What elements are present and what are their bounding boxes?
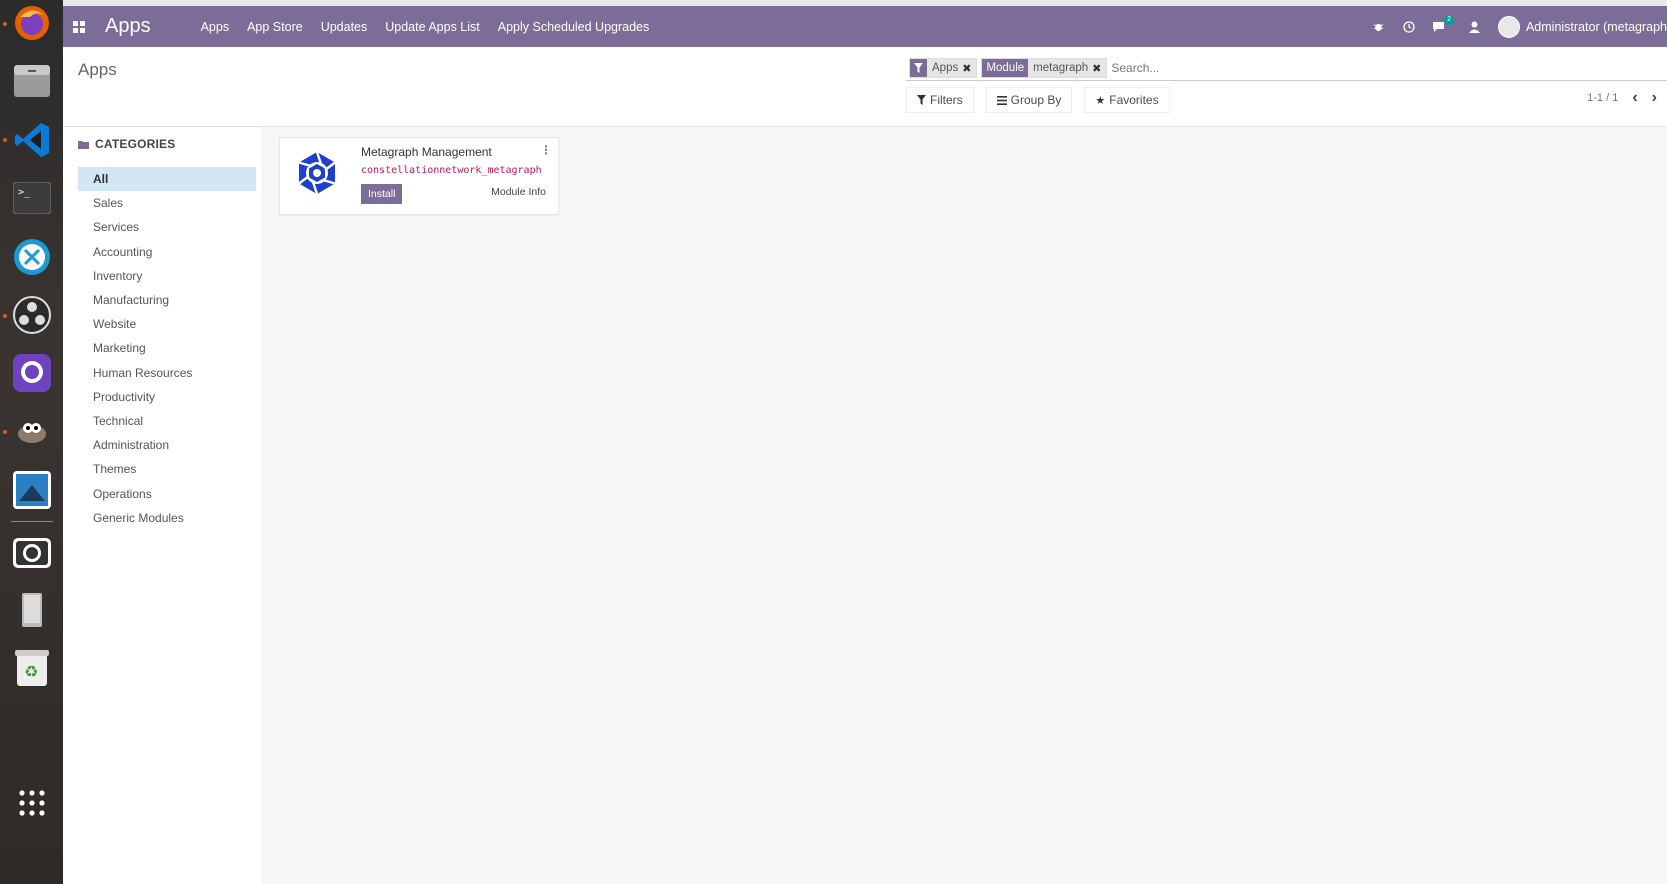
category-technical[interactable]: Technical [78, 409, 256, 433]
filters-button[interactable]: Filters [906, 87, 974, 113]
chat-badge: 2 [1444, 14, 1454, 25]
folder-icon [78, 140, 89, 149]
pager-previous-icon[interactable]: ‹ [1632, 89, 1637, 107]
install-button[interactable]: Install [361, 184, 403, 204]
favorites-label: Favorites [1109, 93, 1159, 107]
category-website[interactable]: Website [78, 312, 256, 336]
firefox-icon[interactable] [9, 0, 55, 46]
gimp-icon[interactable] [9, 408, 55, 454]
category-administration[interactable]: Administration [78, 433, 256, 457]
module-info-link[interactable]: Module Info [491, 186, 546, 198]
obs-icon[interactable] [9, 292, 55, 338]
svg-text:♻: ♻ [24, 662, 38, 681]
pager-next-icon[interactable]: › [1652, 89, 1657, 107]
category-marketing[interactable]: Marketing [78, 336, 256, 360]
bars-icon [996, 95, 1007, 105]
user-account-icon[interactable] [1468, 20, 1482, 34]
categories-heading-label: CATEGORIES [95, 137, 176, 151]
facet-label: Module [982, 59, 1029, 77]
navbar-menu: Apps App Store Updates Update Apps List … [201, 20, 650, 34]
user-name: Administrator (metagraph [1525, 19, 1667, 34]
activity-clock-icon[interactable] [1402, 20, 1416, 34]
breadcrumb: Apps [78, 60, 117, 79]
search-facet-apps[interactable]: Apps ✖ [909, 58, 978, 78]
messaging-chat-icon[interactable]: 2 [1432, 14, 1454, 34]
module-technical-name: constellationnetwork_metagraph [361, 165, 542, 176]
terminal-icon[interactable]: >_ [9, 175, 55, 221]
screenshot-icon[interactable] [9, 528, 55, 574]
category-themes[interactable]: Themes [78, 457, 256, 481]
facet-remove-icon[interactable]: ✖ [1092, 62, 1101, 75]
navbar-brand[interactable]: Apps [105, 15, 151, 38]
category-operations[interactable]: Operations [78, 481, 256, 505]
filter-icon [917, 95, 926, 105]
user-menu[interactable]: Administrator (metagraph [1497, 15, 1667, 38]
pager: 1-1 / 1 ‹ › [1587, 89, 1657, 107]
facet-remove-icon[interactable]: ✖ [962, 62, 971, 75]
dock-running-indicator [3, 22, 7, 26]
category-all[interactable]: All [78, 167, 256, 192]
show-apps-grid-icon[interactable] [9, 780, 55, 826]
filter-facet-icon [910, 59, 927, 77]
debug-bug-icon[interactable] [1372, 20, 1386, 34]
menu-updates[interactable]: Updates [321, 20, 368, 34]
category-services[interactable]: Services [78, 215, 256, 239]
github-desktop-icon[interactable] [9, 350, 55, 396]
category-inventory[interactable]: Inventory [78, 264, 256, 288]
categories-list: All Sales Services Accounting Inventory … [78, 167, 256, 530]
pager-value[interactable]: 1-1 / 1 [1587, 92, 1618, 104]
module-card[interactable]: Metagraph Management constellationnetwor… [279, 137, 559, 215]
ubuntu-dock: >_ ♻ [0, 0, 63, 884]
control-panel: Apps Apps ✖ Module metagraph ✖ Filters [63, 47, 1667, 127]
menu-app-store[interactable]: App Store [247, 20, 303, 34]
category-sales[interactable]: Sales [78, 191, 256, 215]
remote-desktop-icon[interactable] [9, 234, 55, 280]
star-icon: ★ [1095, 94, 1106, 107]
svg-text:>_: >_ [18, 187, 31, 198]
group-by-button[interactable]: Group By [985, 87, 1073, 113]
favorites-button[interactable]: ★ Favorites [1084, 87, 1170, 113]
group-by-label: Group By [1010, 93, 1062, 107]
menu-apps[interactable]: Apps [201, 20, 230, 34]
search-options: Filters Group By ★ Favorites [906, 87, 1170, 113]
app-switcher-icon[interactable] [73, 20, 85, 33]
facet-value: metagraph [1033, 62, 1089, 74]
metagraph-logo-icon [294, 150, 340, 196]
dock-running-indicator [3, 138, 7, 142]
categories-sidebar: CATEGORIES All Sales Services Accounting… [63, 127, 263, 884]
dock-running-indicator [3, 430, 7, 434]
navbar-systray: 2 Administrator (metagraph [1372, 6, 1667, 47]
files-icon[interactable] [9, 58, 55, 104]
search-input[interactable] [1111, 58, 1667, 78]
category-generic-modules[interactable]: Generic Modules [78, 506, 256, 530]
image-viewer-icon[interactable] [9, 467, 55, 513]
categories-heading: CATEGORIES [78, 137, 175, 151]
apps-kanban-view: Metagraph Management constellationnetwor… [263, 127, 1667, 884]
avatar [1497, 15, 1520, 38]
menu-update-apps-list[interactable]: Update Apps List [385, 20, 480, 34]
filters-label: Filters [930, 93, 963, 107]
search-facet-module[interactable]: Module metagraph ✖ [981, 58, 1108, 78]
main-navbar: Apps Apps App Store Updates Update Apps … [63, 6, 1667, 47]
facet-value: Apps [932, 62, 959, 74]
card-menu-dots-icon[interactable]: ⋮ [540, 143, 552, 157]
dock-separator [11, 521, 53, 522]
usb-drive-icon[interactable] [9, 587, 55, 633]
vscode-icon[interactable] [9, 117, 55, 163]
category-human-resources[interactable]: Human Resources [78, 361, 256, 385]
category-manufacturing[interactable]: Manufacturing [78, 288, 256, 312]
dock-running-indicator [3, 314, 7, 318]
module-title: Metagraph Management [361, 145, 492, 159]
category-accounting[interactable]: Accounting [78, 240, 256, 264]
trash-icon[interactable]: ♻ [9, 645, 55, 691]
category-productivity[interactable]: Productivity [78, 385, 256, 409]
menu-apply-scheduled-upgrades[interactable]: Apply Scheduled Upgrades [498, 20, 650, 34]
search-bar: Apps ✖ Module metagraph ✖ [906, 56, 1667, 81]
